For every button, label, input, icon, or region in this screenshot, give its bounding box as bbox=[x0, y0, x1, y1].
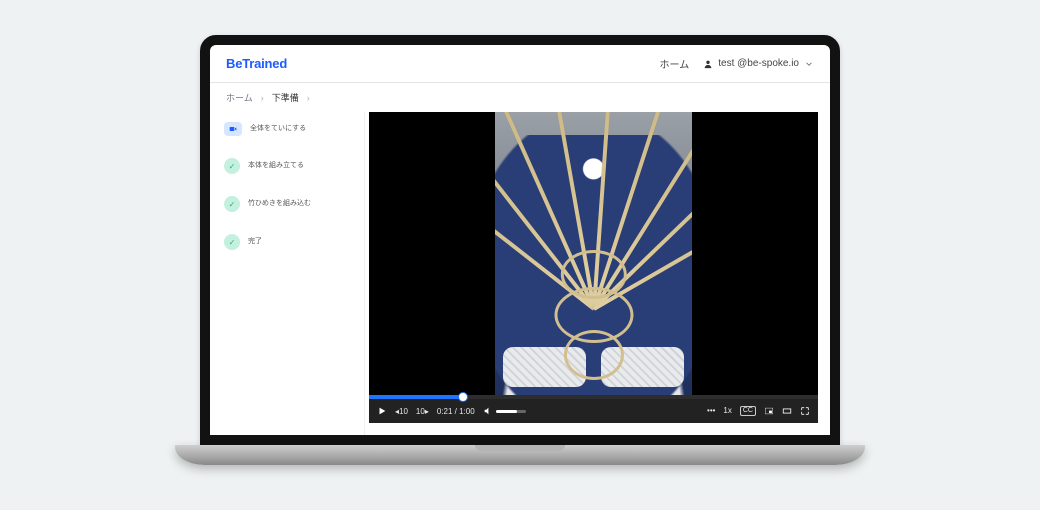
content-area: 全体をていにする ✓ 本体を組み立てる ✓ 竹ひめきを組み込む ✓ 完了 bbox=[210, 112, 830, 435]
step-label: 全体をていにする bbox=[250, 125, 306, 133]
step-item[interactable]: ✓ 竹ひめきを組み込む bbox=[224, 196, 356, 212]
progress-knob[interactable] bbox=[458, 392, 468, 402]
app-window: BeTrained ホーム test @be-spoke.io ホーム › 下準… bbox=[210, 45, 830, 435]
video-canvas[interactable] bbox=[369, 112, 818, 395]
video-player: ◂10 10▸ 0:21 / 1:00 bbox=[369, 112, 818, 423]
step-label: 竹ひめきを組み込む bbox=[248, 200, 311, 208]
theater-icon bbox=[782, 406, 792, 416]
step-item[interactable]: 全体をていにする bbox=[224, 122, 356, 136]
step-item[interactable]: ✓ 完了 bbox=[224, 234, 356, 250]
app-header: BeTrained ホーム test @be-spoke.io bbox=[210, 45, 830, 83]
video-icon bbox=[224, 122, 242, 136]
step-label: 完了 bbox=[248, 238, 262, 246]
breadcrumb: ホーム › 下準備 › bbox=[210, 83, 830, 112]
check-icon: ✓ bbox=[224, 196, 240, 212]
step-label: 本体を組み立てる bbox=[248, 162, 304, 170]
breadcrumb-separator: › bbox=[307, 93, 310, 103]
progress-bar[interactable] bbox=[369, 395, 818, 399]
play-button[interactable] bbox=[377, 406, 387, 416]
user-menu[interactable]: test @be-spoke.io bbox=[703, 58, 814, 69]
volume-control[interactable] bbox=[483, 406, 526, 416]
time-display: 0:21 / 1:00 bbox=[437, 407, 475, 416]
theater-button[interactable] bbox=[782, 406, 792, 416]
chevron-down-icon bbox=[804, 59, 814, 69]
breadcrumb-separator: › bbox=[261, 93, 264, 103]
nav-home-link[interactable]: ホーム bbox=[660, 56, 690, 71]
logo[interactable]: BeTrained bbox=[226, 56, 287, 71]
laptop-screen: BeTrained ホーム test @be-spoke.io ホーム › 下準… bbox=[200, 35, 840, 445]
lesson-steps-sidebar: 全体をていにする ✓ 本体を組み立てる ✓ 竹ひめきを組み込む ✓ 完了 bbox=[210, 112, 365, 435]
player-container: ◂10 10▸ 0:21 / 1:00 bbox=[365, 112, 830, 435]
step-item[interactable]: ✓ 本体を組み立てる bbox=[224, 158, 356, 174]
video-controls: ◂10 10▸ 0:21 / 1:00 bbox=[369, 399, 818, 423]
captions-button[interactable]: CC bbox=[740, 406, 756, 416]
laptop-mockup: BeTrained ホーム test @be-spoke.io ホーム › 下準… bbox=[175, 35, 865, 475]
header-right: ホーム test @be-spoke.io bbox=[660, 56, 814, 71]
video-frame bbox=[495, 112, 693, 395]
user-icon bbox=[703, 59, 713, 69]
breadcrumb-item[interactable]: ホーム bbox=[226, 91, 253, 104]
more-menu-button[interactable]: ••• bbox=[707, 406, 715, 415]
fullscreen-button[interactable] bbox=[800, 406, 810, 416]
play-icon bbox=[377, 406, 387, 416]
forward-10-button[interactable]: 10▸ bbox=[416, 407, 429, 416]
rewind-10-button[interactable]: ◂10 bbox=[395, 407, 408, 416]
pip-icon bbox=[764, 406, 774, 416]
laptop-base bbox=[175, 445, 865, 465]
progress-fill bbox=[369, 395, 463, 399]
laptop-notch bbox=[475, 445, 565, 451]
fullscreen-icon bbox=[800, 406, 810, 416]
breadcrumb-item[interactable]: 下準備 bbox=[272, 91, 299, 104]
volume-icon bbox=[483, 406, 493, 416]
check-icon: ✓ bbox=[224, 234, 240, 250]
check-icon: ✓ bbox=[224, 158, 240, 174]
volume-slider[interactable] bbox=[496, 410, 526, 413]
user-label: test @be-spoke.io bbox=[718, 58, 799, 69]
playback-rate-button[interactable]: 1x bbox=[723, 406, 731, 415]
pip-button[interactable] bbox=[764, 406, 774, 416]
